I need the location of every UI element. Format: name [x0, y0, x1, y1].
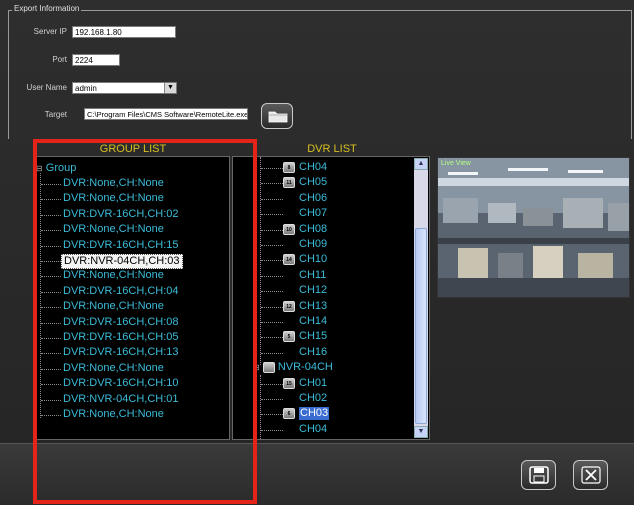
user-name-value: admin: [75, 84, 97, 93]
camera-icon: 10: [283, 223, 295, 235]
tree-line: [261, 260, 283, 262]
export-information-legend: Export Information: [12, 4, 82, 13]
highlight-box: [33, 139, 257, 504]
chevron-down-icon[interactable]: ▼: [164, 83, 176, 93]
dvr-device-item[interactable]: ⊟ NVR-04CH: [253, 361, 333, 374]
tree-line: [261, 245, 283, 246]
dvr-channel-item[interactable]: CH14: [299, 315, 327, 328]
tree-line: [261, 229, 283, 231]
dvr-device-icon: [262, 361, 275, 373]
dvr-list-scrollbar[interactable]: ▲ ▼: [414, 158, 428, 438]
target-field[interactable]: C:\Program Files\CMS Software\RemoteLite…: [84, 108, 248, 120]
dvr-device-label: NVR-04CH: [277, 361, 333, 374]
dvr-channel-item[interactable]: CH04: [299, 423, 327, 436]
tree-line: [261, 322, 283, 323]
tree-line: [261, 168, 283, 169]
dvr-channel-item[interactable]: CH11: [299, 269, 326, 282]
dvr-channel-item[interactable]: CH01: [299, 377, 327, 390]
tree-line: [261, 414, 283, 416]
tree-line: [261, 183, 283, 185]
dvr-channel-item[interactable]: CH09: [299, 238, 327, 251]
target-label: Target: [44, 110, 67, 119]
dvr-channel-item[interactable]: CH07: [299, 207, 327, 220]
tree-line: [261, 214, 283, 216]
user-name-select[interactable]: admin ▼: [72, 82, 177, 94]
camera-icon: 14: [283, 254, 295, 266]
tree-line: [261, 352, 283, 354]
dvr-channel-item[interactable]: CH12: [299, 284, 327, 297]
user-name-label: User Name: [26, 83, 67, 92]
port-field[interactable]: 2224: [72, 54, 120, 66]
dvr-channel-item[interactable]: CH15: [299, 330, 327, 343]
dvr-list-title: DVR LIST: [307, 143, 357, 155]
tree-line: [261, 429, 283, 431]
dvr-list-panel[interactable]: 8 CH04 11 CH05 CH06 CH07 10 CH08 CH09 14 CH10 CH11 C…: [232, 156, 430, 440]
close-button[interactable]: [573, 460, 608, 490]
save-button[interactable]: [521, 460, 556, 490]
tree-line: [261, 383, 283, 385]
camera-icon: 6: [283, 408, 295, 420]
dvr-channel-item[interactable]: CH02: [299, 392, 327, 405]
dvr-channel-item[interactable]: CH04: [299, 161, 327, 174]
port-label: Port: [52, 55, 67, 64]
live-view-image: Live View: [437, 157, 630, 298]
save-icon: [529, 466, 549, 484]
tree-line: [261, 399, 283, 400]
scroll-up-button[interactable]: ▲: [414, 158, 428, 170]
camera-icon: 5: [283, 331, 295, 343]
server-ip-field[interactable]: 192.168.1.80: [72, 26, 176, 38]
tree-line: [261, 337, 283, 339]
browse-folder-button[interactable]: [261, 103, 293, 129]
tree-line: [261, 198, 283, 200]
tree-line: [261, 275, 283, 277]
camera-icon: 11: [283, 177, 295, 189]
scroll-thumb[interactable]: [415, 228, 427, 424]
dvr-channel-item[interactable]: CH03: [299, 407, 330, 421]
dvr-channel-item[interactable]: CH08: [299, 223, 327, 236]
dvr-channel-item[interactable]: CH10: [299, 253, 327, 266]
live-view-label: Live View: [441, 160, 471, 167]
scroll-down-button[interactable]: ▼: [414, 426, 428, 438]
camera-icon: 8: [283, 162, 295, 173]
tree-line: [261, 306, 283, 308]
dvr-channel-item[interactable]: CH13: [299, 300, 327, 313]
folder-icon: [268, 111, 288, 123]
dvr-channel-item[interactable]: CH05: [299, 176, 327, 189]
dvr-channel-item[interactable]: CH16: [299, 346, 327, 359]
camera-icon: 15: [283, 377, 295, 389]
tree-line: [261, 291, 283, 293]
server-ip-label: Server IP: [33, 27, 67, 36]
camera-icon: 12: [283, 300, 295, 312]
close-icon: [581, 466, 601, 484]
dvr-channel-item[interactable]: CH06: [299, 192, 327, 205]
